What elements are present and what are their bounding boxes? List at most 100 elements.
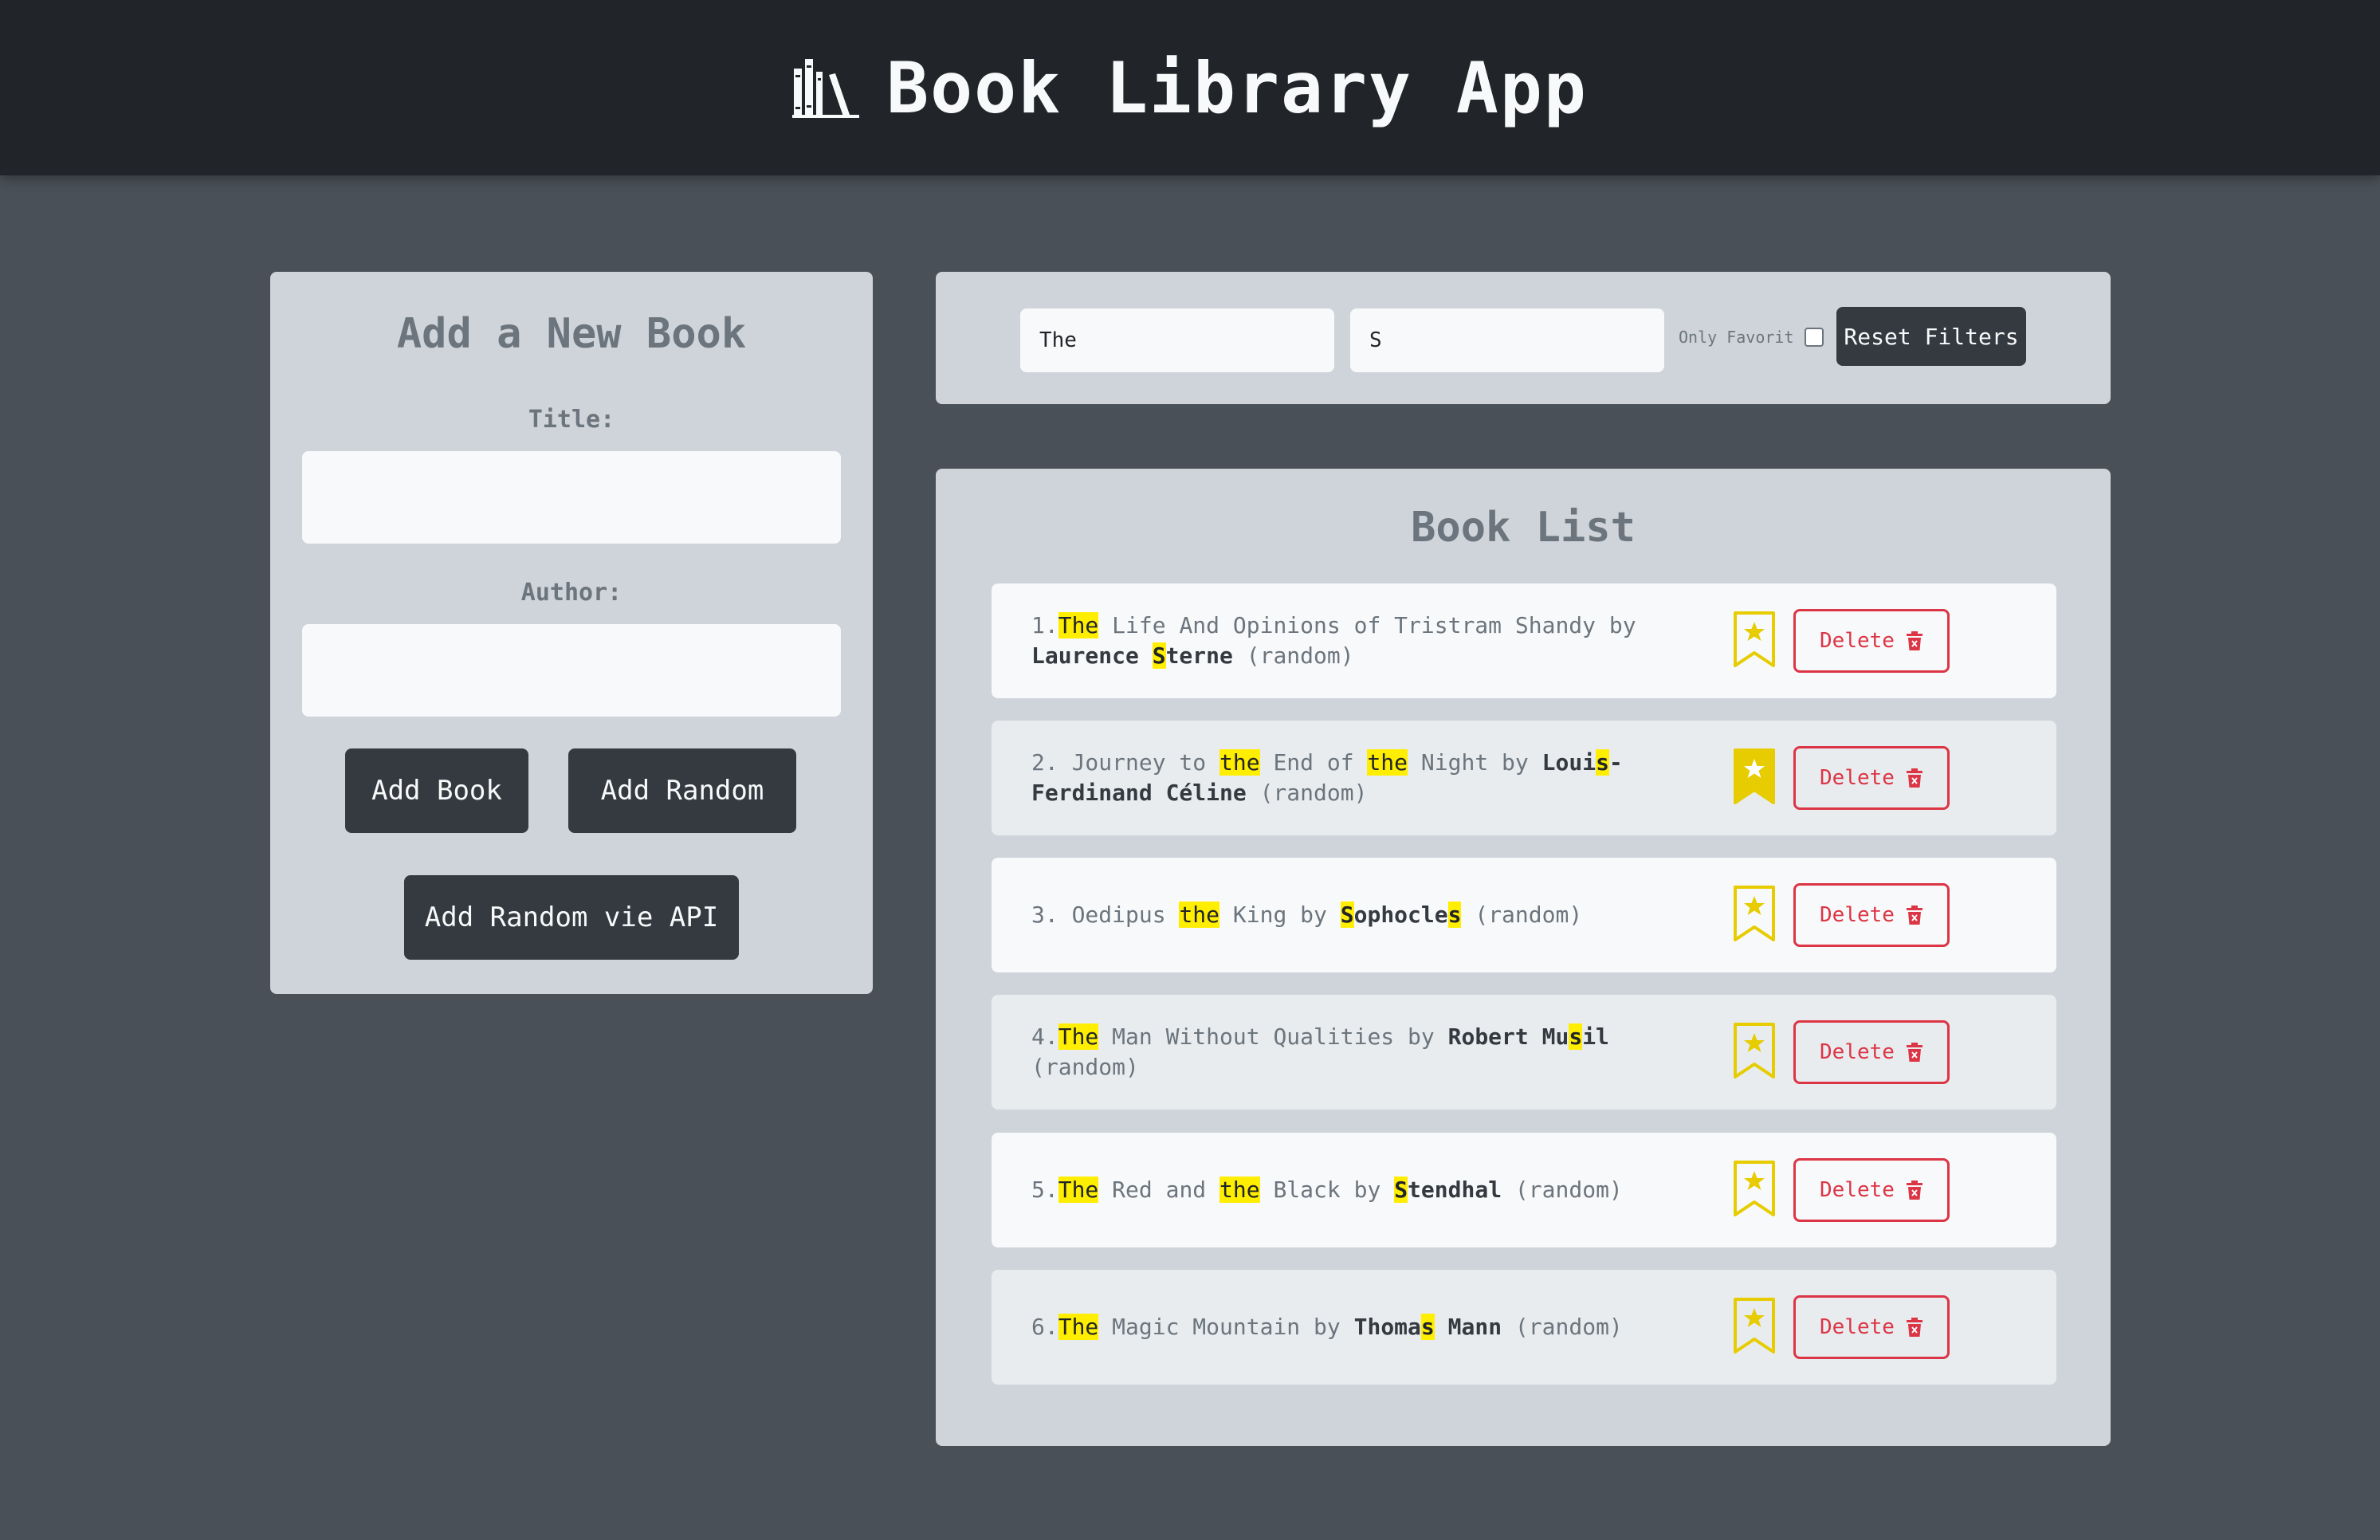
filter-match-highlight: The xyxy=(1058,1177,1099,1203)
book-author-part: tendhal xyxy=(1408,1177,1502,1203)
filter-panel: Only Favorit Reset Filters xyxy=(936,272,2111,404)
book-index: 6. xyxy=(1031,1314,1058,1340)
author-input[interactable] xyxy=(302,624,841,717)
book-index: 1. xyxy=(1031,612,1058,638)
filter-match-highlight: s xyxy=(1596,749,1609,776)
book-author-part: Mann xyxy=(1434,1314,1502,1340)
book-list-heading: Book List xyxy=(1411,504,1636,552)
book-index: 5. xyxy=(1031,1177,1058,1203)
filter-match-highlight: s xyxy=(1447,902,1462,928)
bookmark-star-icon xyxy=(1734,1023,1775,1078)
book-source: (random) xyxy=(1031,1054,1139,1080)
only-favorite-label: Only Favorit xyxy=(1679,328,1794,347)
delete-button[interactable]: Delete xyxy=(1793,1295,1950,1359)
book-index: 3. xyxy=(1031,902,1058,928)
book-by-text: by xyxy=(1488,749,1542,776)
delete-label: Delete xyxy=(1820,1040,1895,1064)
author-filter-input[interactable] xyxy=(1350,308,1664,372)
delete-button[interactable]: Delete xyxy=(1793,883,1950,947)
app-header: Book Library App xyxy=(0,0,2380,175)
book-author: Sophocles xyxy=(1340,902,1462,928)
book-source: (random) xyxy=(1461,902,1583,928)
book-author-part: Robert Mu xyxy=(1447,1023,1569,1050)
book-entry-text: 6.The Magic Mountain by Thomas Mann (ran… xyxy=(1031,1270,1685,1385)
delete-button[interactable]: Delete xyxy=(1793,746,1950,810)
book-entry-text: 3. Oedipus the King by Sophocles (random… xyxy=(1031,858,1685,972)
bookmark-star-filled-icon xyxy=(1734,748,1775,804)
only-favorite-checkbox[interactable] xyxy=(1805,328,1824,347)
book-by-text: by xyxy=(1596,612,1636,638)
book-title-part: End of xyxy=(1259,749,1368,776)
book-entry-line: 1.The Life And Opinions of Tristram Shan… xyxy=(1031,611,1685,671)
filter-match-highlight: the xyxy=(1367,749,1408,776)
add-random-button[interactable]: Add Random xyxy=(568,748,796,833)
delete-label: Delete xyxy=(1820,1178,1895,1202)
reset-filters-button[interactable]: Reset Filters xyxy=(1836,307,2026,366)
author-label: Author: xyxy=(520,579,622,607)
title-filter-input[interactable] xyxy=(1020,308,1334,372)
book-list-panel: Book List 1.The Life And Opinions of Tri… xyxy=(936,469,2111,1446)
trash-icon xyxy=(1906,1318,1922,1337)
favorite-button[interactable] xyxy=(1733,748,1776,805)
book-source: (random) xyxy=(1246,780,1368,806)
book-author-part: terne xyxy=(1165,642,1233,669)
delete-label: Delete xyxy=(1820,629,1895,653)
book-index: 4. xyxy=(1031,1023,1058,1050)
favorite-button[interactable] xyxy=(1733,1022,1776,1079)
book-by-text: by xyxy=(1394,1023,1448,1050)
book-title-part: Oedipus xyxy=(1058,902,1180,928)
book-entry-text: 5.The Red and the Black by Stendhal (ran… xyxy=(1031,1133,1685,1247)
book-list-item: 4.The Man Without Qualities by Robert Mu… xyxy=(992,995,2056,1110)
book-title-part: Black xyxy=(1259,1177,1341,1203)
book-list-item: 6.The Magic Mountain by Thomas Mann (ran… xyxy=(992,1270,2056,1385)
book-author-part: ophocle xyxy=(1353,902,1448,928)
book-list-item: 3. Oedipus the King by Sophocles (random… xyxy=(992,858,2056,972)
book-entry-line: 6.The Magic Mountain by Thomas Mann (ran… xyxy=(1031,1312,1623,1342)
book-title-part: Journey to xyxy=(1058,749,1220,776)
title-input[interactable] xyxy=(302,451,841,544)
add-random-api-button[interactable]: Add Random vie API xyxy=(404,875,739,960)
delete-button[interactable]: Delete xyxy=(1793,1020,1950,1084)
favorite-button[interactable] xyxy=(1733,885,1776,942)
filter-match-highlight: The xyxy=(1058,612,1099,638)
header-brand: Book Library App xyxy=(792,47,1588,129)
trash-icon xyxy=(1906,1043,1922,1062)
trash-icon xyxy=(1906,1181,1922,1200)
filter-match-highlight: The xyxy=(1058,1023,1099,1050)
filter-match-highlight: the xyxy=(1219,1177,1260,1203)
book-title-part: Red and xyxy=(1098,1177,1220,1203)
book-entry-line: 2. Journey to the End of the Night by Lo… xyxy=(1031,748,1685,808)
book-author: Laurence Sterne xyxy=(1031,642,1233,669)
filter-match-highlight: The xyxy=(1058,1314,1099,1340)
book-by-text: by xyxy=(1340,1177,1395,1203)
book-author: Thomas Mann xyxy=(1354,1314,1502,1340)
favorite-button[interactable] xyxy=(1733,611,1776,668)
favorite-button[interactable] xyxy=(1733,1297,1776,1354)
bookmark-star-icon xyxy=(1734,1161,1775,1216)
book-author: Stendhal xyxy=(1394,1177,1502,1203)
book-entry-line: 4.The Man Without Qualities by Robert Mu… xyxy=(1031,1022,1685,1082)
delete-button[interactable]: Delete xyxy=(1793,1158,1950,1222)
delete-button[interactable]: Delete xyxy=(1793,609,1950,673)
book-by-text: by xyxy=(1300,1314,1354,1340)
book-list-item: 2. Journey to the End of the Night by Lo… xyxy=(992,721,2056,835)
delete-label: Delete xyxy=(1820,766,1895,790)
book-entry-line: 5.The Red and the Black by Stendhal (ran… xyxy=(1031,1175,1623,1205)
bookmark-star-icon xyxy=(1734,886,1775,941)
delete-label: Delete xyxy=(1820,903,1895,927)
book-entry-text: 4.The Man Without Qualities by Robert Mu… xyxy=(1031,995,1685,1110)
book-source: (random) xyxy=(1502,1177,1623,1203)
filter-match-highlight: the xyxy=(1179,902,1220,928)
book-index: 2. xyxy=(1031,749,1058,776)
add-book-button[interactable]: Add Book xyxy=(345,748,528,833)
trash-icon xyxy=(1906,768,1922,788)
delete-label: Delete xyxy=(1820,1315,1895,1339)
book-author-part: Thoma xyxy=(1353,1314,1421,1340)
book-entry-text: 2. Journey to the End of the Night by Lo… xyxy=(1031,721,1685,835)
app-title: Book Library App xyxy=(886,46,1588,129)
bookmark-star-icon xyxy=(1734,1298,1775,1353)
filter-match-highlight: the xyxy=(1219,749,1260,776)
filter-match-highlight: S xyxy=(1394,1177,1408,1203)
favorite-button[interactable] xyxy=(1733,1160,1776,1217)
book-author: Robert Musil xyxy=(1448,1023,1609,1050)
